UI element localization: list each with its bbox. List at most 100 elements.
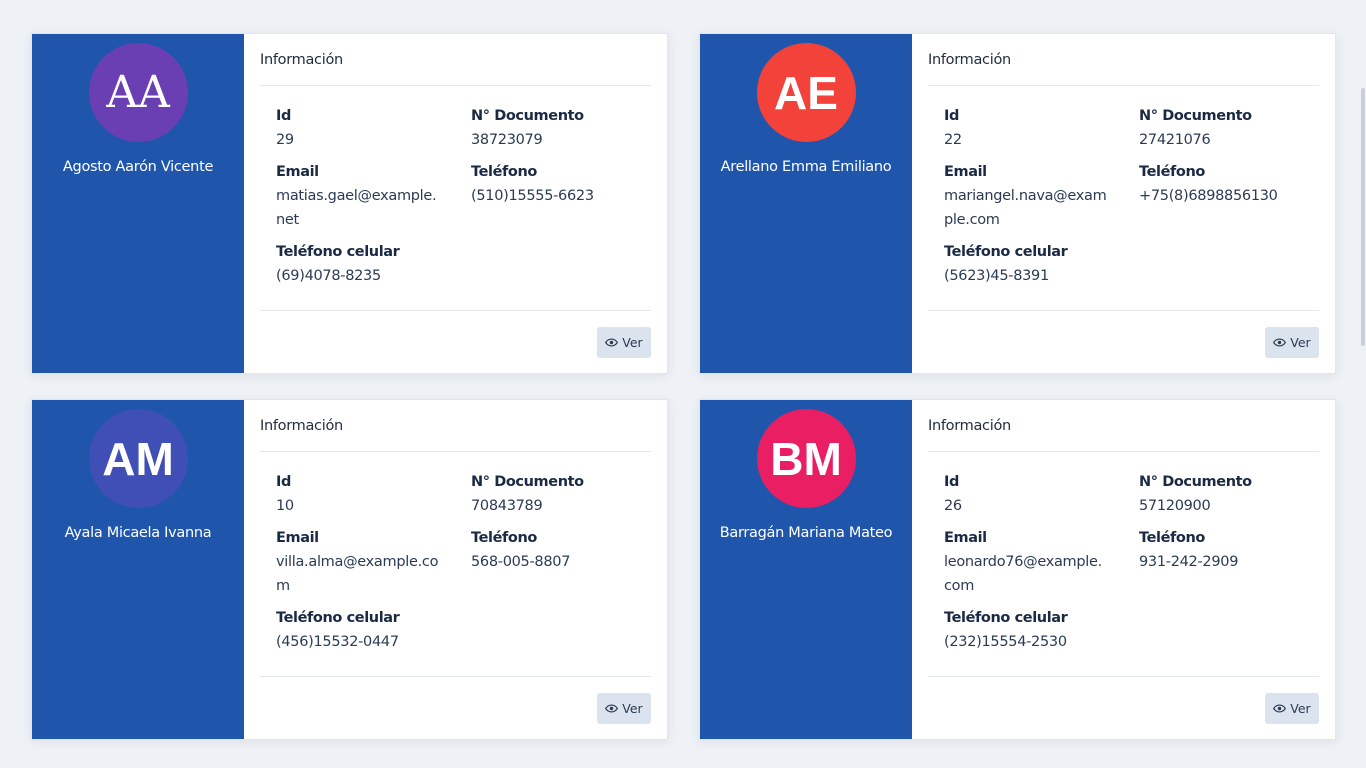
contact-card-sidebar: BM Barragán Mariana Mateo	[700, 400, 912, 739]
info-fields: Id 29 N° Documento 38723079 Email matias…	[260, 86, 651, 311]
field-value: 26	[944, 498, 962, 514]
contact-card-sidebar: AA Agosto Aarón Vicente	[32, 34, 244, 373]
info-title: Información	[260, 400, 651, 452]
view-button[interactable]: Ver	[1265, 693, 1319, 724]
field-value: (510)15555-6623	[471, 188, 594, 204]
field-id: Id 10	[276, 470, 454, 518]
contact-name: Agosto Aarón Vicente	[62, 159, 214, 175]
field-label: Teléfono celular	[944, 610, 1068, 626]
field-mobile: Teléfono celular (232)15554-2530	[944, 606, 1122, 654]
field-value: matias.gael@example.net	[276, 188, 437, 228]
info-fields: Id 10 N° Documento 70843789 Email villa.…	[260, 452, 651, 677]
field-document: N° Documento 27421076	[1139, 104, 1317, 152]
field-phone: Teléfono (510)15555-6623	[471, 160, 649, 208]
field-value: 70843789	[471, 498, 543, 514]
field-mobile: Teléfono celular (5623)45-8391	[944, 240, 1122, 288]
field-label: Id	[944, 108, 959, 124]
field-value: 57120900	[1139, 498, 1211, 514]
field-email: Email leonardo76@example.com	[944, 526, 1122, 598]
info-fields: Id 26 N° Documento 57120900 Email leonar…	[928, 452, 1319, 677]
field-value: mariangel.nava@example.com	[944, 188, 1107, 228]
field-label: Teléfono	[471, 530, 537, 546]
card-footer: Ver	[928, 311, 1319, 373]
info-title: Información	[260, 34, 651, 86]
field-email: Email matias.gael@example.net	[276, 160, 454, 232]
field-label: N° Documento	[1139, 474, 1252, 490]
field-value: (69)4078-8235	[276, 268, 381, 284]
field-label: Email	[944, 164, 987, 180]
field-mobile: Teléfono celular (456)15532-0447	[276, 606, 454, 654]
field-id: Id 22	[944, 104, 1122, 152]
field-value: (232)15554-2530	[944, 634, 1067, 650]
eye-icon	[1273, 704, 1287, 713]
avatar: BM	[756, 409, 856, 508]
field-label: N° Documento	[471, 108, 584, 124]
field-value: 568-005-8807	[471, 554, 571, 570]
field-value: 931-242-2909	[1139, 554, 1239, 570]
field-mobile: Teléfono celular (69)4078-8235	[276, 240, 454, 288]
view-button-label: Ver	[1290, 701, 1311, 716]
view-button-label: Ver	[1290, 335, 1311, 350]
view-button-label: Ver	[622, 701, 643, 716]
field-value: +75(8)6898856130	[1139, 188, 1278, 204]
contact-name: Barragán Mariana Mateo	[719, 525, 893, 541]
field-phone: Teléfono 568-005-8807	[471, 526, 649, 574]
field-label: Teléfono celular	[276, 244, 400, 260]
field-label: Id	[276, 474, 291, 490]
field-value: 10	[276, 498, 294, 514]
field-value: (5623)45-8391	[944, 268, 1049, 284]
avatar: AE	[756, 43, 856, 142]
contacts-grid: AA Agosto Aarón Vicente Información Id 2…	[0, 0, 1366, 768]
info-panel: Información Id 26 N° Documento 57120900 …	[912, 400, 1335, 739]
field-label: Teléfono celular	[944, 244, 1068, 260]
field-email: Email mariangel.nava@example.com	[944, 160, 1122, 232]
avatar: AA	[88, 43, 188, 142]
contact-name: Ayala Micaela Ivanna	[64, 525, 212, 541]
view-button[interactable]: Ver	[1265, 327, 1319, 358]
field-phone: Teléfono 931-242-2909	[1139, 526, 1317, 574]
eye-icon	[1273, 338, 1287, 347]
contact-card-sidebar: AM Ayala Micaela Ivanna	[32, 400, 244, 739]
contact-card: AE Arellano Emma Emiliano Información Id…	[699, 33, 1336, 374]
contact-card: AM Ayala Micaela Ivanna Información Id 1…	[31, 399, 668, 740]
contact-card: AA Agosto Aarón Vicente Información Id 2…	[31, 33, 668, 374]
scrollbar[interactable]	[1361, 88, 1365, 346]
info-fields: Id 22 N° Documento 27421076 Email marian…	[928, 86, 1319, 311]
card-footer: Ver	[260, 677, 651, 739]
contact-card-sidebar: AE Arellano Emma Emiliano	[700, 34, 912, 373]
field-label: Email	[276, 164, 319, 180]
field-document: N° Documento 57120900	[1139, 470, 1317, 518]
field-id: Id 29	[276, 104, 454, 152]
field-label: N° Documento	[1139, 108, 1252, 124]
card-footer: Ver	[260, 311, 651, 373]
field-label: Email	[944, 530, 987, 546]
view-button-label: Ver	[622, 335, 643, 350]
eye-icon	[605, 338, 619, 347]
field-value: (456)15532-0447	[276, 634, 399, 650]
field-label: Teléfono	[471, 164, 537, 180]
field-document: N° Documento 70843789	[471, 470, 649, 518]
field-label: Email	[276, 530, 319, 546]
card-footer: Ver	[928, 677, 1319, 739]
field-label: N° Documento	[471, 474, 584, 490]
info-panel: Información Id 29 N° Documento 38723079 …	[244, 34, 667, 373]
avatar: AM	[88, 409, 188, 508]
field-label: Id	[944, 474, 959, 490]
field-id: Id 26	[944, 470, 1122, 518]
field-value: 27421076	[1139, 132, 1211, 148]
view-button[interactable]: Ver	[597, 327, 651, 358]
field-value: leonardo76@example.com	[944, 554, 1102, 594]
field-label: Teléfono celular	[276, 610, 400, 626]
info-panel: Información Id 10 N° Documento 70843789 …	[244, 400, 667, 739]
info-panel: Información Id 22 N° Documento 27421076 …	[912, 34, 1335, 373]
field-label: Id	[276, 108, 291, 124]
view-button[interactable]: Ver	[597, 693, 651, 724]
field-email: Email villa.alma@example.com	[276, 526, 454, 598]
field-document: N° Documento 38723079	[471, 104, 649, 152]
info-title: Información	[928, 400, 1319, 452]
field-label: Teléfono	[1139, 530, 1205, 546]
field-value: 38723079	[471, 132, 543, 148]
field-value: 29	[276, 132, 294, 148]
field-value: 22	[944, 132, 962, 148]
info-title: Información	[928, 34, 1319, 86]
